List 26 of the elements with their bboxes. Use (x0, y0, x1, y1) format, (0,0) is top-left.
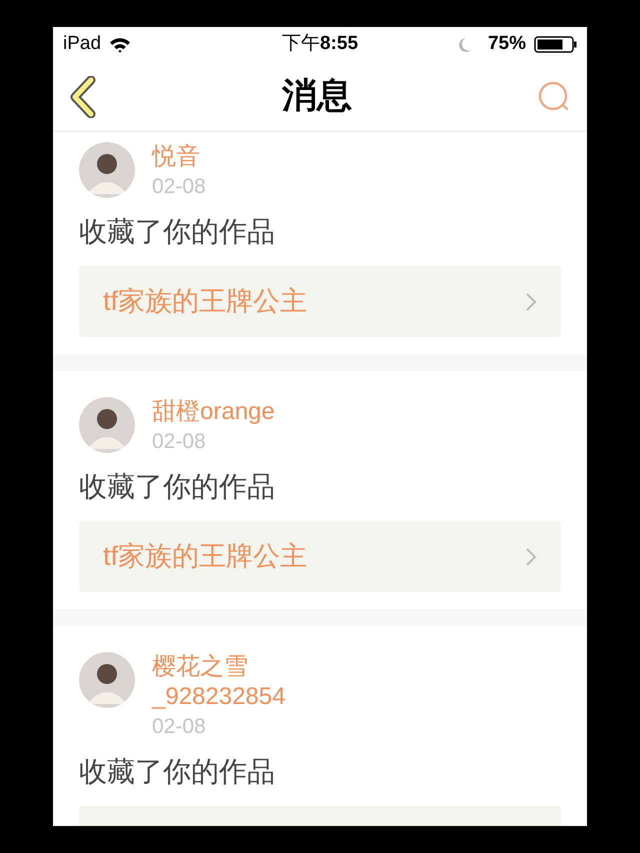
user-name[interactable]: 悦音 (152, 142, 206, 172)
work-title: tf家族的王牌公主 (103, 540, 308, 574)
wifi-icon (109, 36, 132, 52)
action-text: 收藏了你的作品 (79, 755, 276, 789)
avatar[interactable] (79, 142, 135, 198)
action-text: 收藏了你的作品 (79, 470, 276, 504)
chevron-right-icon (525, 546, 537, 566)
device-name: iPad (63, 32, 102, 56)
user-name[interactable]: 樱花之雪_928232854 (152, 652, 312, 712)
battery-icon (534, 36, 577, 53)
work-title: tf家族的王牌公主 (103, 285, 308, 318)
page-title: 消息 (282, 75, 352, 118)
battery-percent: 75% (488, 32, 526, 56)
message-date: 02-08 (152, 174, 206, 200)
message-date: 02-08 (152, 429, 207, 455)
chevron-right-icon (525, 292, 537, 312)
work-link[interactable]: tf家族的王牌公主 (79, 266, 561, 337)
avatar[interactable] (79, 652, 135, 708)
status-time: 下午8:55 (282, 32, 358, 56)
action-text: 收藏了你的作品 (79, 215, 276, 249)
moon-icon (458, 36, 472, 52)
back-chevron-icon[interactable] (69, 76, 97, 118)
work-link[interactable]: tf家族的王牌公主 (79, 521, 561, 592)
avatar[interactable] (79, 397, 135, 453)
user-name[interactable]: 甜橙orange (152, 397, 275, 427)
message-date: 02-08 (152, 714, 207, 740)
